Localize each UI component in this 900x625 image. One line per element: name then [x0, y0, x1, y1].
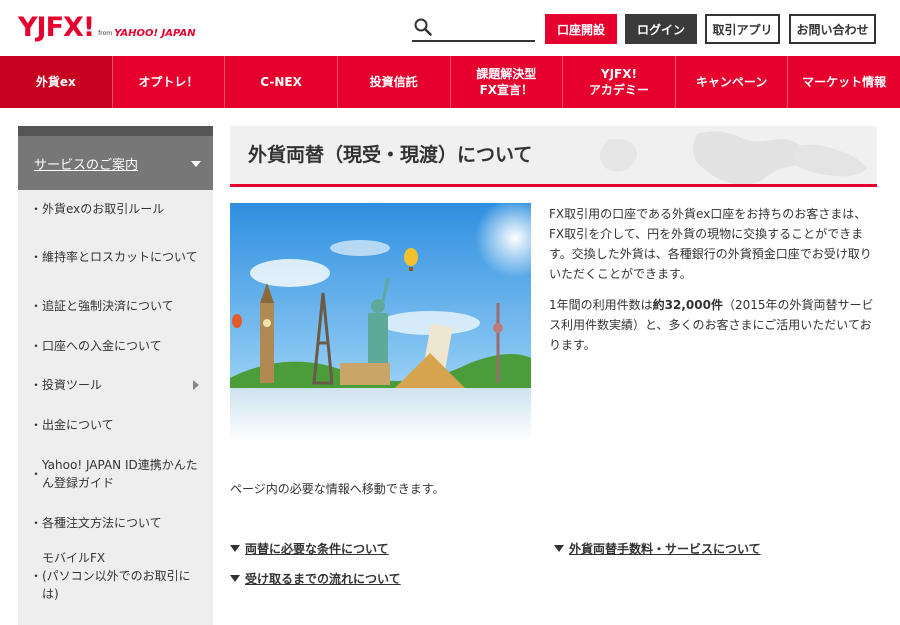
- logo-from-text: from: [98, 30, 113, 37]
- yjfx-logo[interactable]: YJFX! from YAHOO! JAPAN: [18, 14, 196, 42]
- sidebar-item-margin-call[interactable]: 追証と強制決済について: [18, 285, 213, 326]
- nav-item-fx-declaration[interactable]: 課題解決型 FX宣言！: [451, 56, 564, 108]
- sidebar-header[interactable]: サービスのご案内: [18, 136, 213, 190]
- triangle-down-icon: [554, 545, 564, 552]
- nav-item-campaign[interactable]: キャンペーン: [676, 56, 789, 108]
- nav-item-market-info[interactable]: マーケット情報: [788, 56, 900, 108]
- link-receiving-flow[interactable]: 受け取るまでの流れについて: [230, 570, 401, 587]
- chevron-right-icon: [193, 380, 199, 390]
- sidebar-item-deposit[interactable]: 口座への入金について: [18, 326, 213, 365]
- nav-item-optore[interactable]: オプトレ！: [113, 56, 226, 108]
- title-band: 外貨両替（現受・現渡）について: [230, 126, 877, 184]
- link-exchange-fees[interactable]: 外貨両替手数料・サービスについて: [554, 540, 761, 557]
- login-button[interactable]: ログイン: [625, 14, 697, 44]
- nav-item-cnex[interactable]: C-NEX: [225, 56, 338, 108]
- sidebar-item-label: 追証と強制決済について: [42, 298, 174, 313]
- nav-item-investment-trust[interactable]: 投資信託: [338, 56, 451, 108]
- link-label: 受け取るまでの流れについて: [245, 572, 401, 586]
- logo-yahoo-text: YAHOO! JAPAN: [114, 28, 196, 39]
- sidebar-top-bar: [18, 126, 213, 136]
- sidebar-item-label: Yahoo! JAPAN ID連携かんたん登録ガイド: [42, 457, 198, 490]
- sidebar-item-label: 外貨exのお取引ルール: [42, 202, 165, 216]
- sidebar-item-yahoo-id[interactable]: Yahoo! JAPAN ID連携かんたん登録ガイド: [18, 445, 213, 502]
- sidebar-item-label: モバイルFX (パソコン以外でのお取引には): [42, 551, 191, 601]
- link-label: 外貨両替手数料・サービスについて: [569, 542, 761, 556]
- logo-text: YJFX!: [18, 12, 95, 43]
- sidebar-item-losscut[interactable]: 維持率とロスカットについて: [18, 228, 213, 285]
- link-label: 両替に必要な条件について: [245, 542, 389, 556]
- sidebar-item-trading-rules[interactable]: 外貨exのお取引ルール: [18, 190, 213, 228]
- triangle-down-icon: [230, 575, 240, 582]
- intro-text: FX取引用の口座である外貨ex口座をお持ちのお客さまは、FX取引を介して、円を外…: [549, 204, 879, 366]
- usage-count: 約32,000件: [652, 298, 723, 312]
- trading-app-button[interactable]: 取引アプリ: [705, 14, 780, 44]
- global-nav: 外貨ex オプトレ！ C-NEX 投資信託 課題解決型 FX宣言！ YJFX! …: [0, 56, 900, 108]
- title-underline: [230, 184, 877, 187]
- chevron-down-icon: [191, 161, 201, 167]
- account-open-button[interactable]: 口座開設: [545, 14, 617, 44]
- sidebar-item-label: 維持率とロスカットについて: [42, 249, 198, 264]
- page-title: 外貨両替（現受・現渡）について: [248, 144, 533, 166]
- sidebar-item-tools[interactable]: 投資ツール: [18, 365, 213, 405]
- sidebar-item-order-methods[interactable]: 各種注文方法について: [18, 502, 213, 543]
- sidebar-item-mobile-fx[interactable]: モバイルFX (パソコン以外でのお取引には): [18, 543, 213, 609]
- contact-button[interactable]: お問い合わせ: [789, 14, 876, 44]
- sidebar-item-label: 投資ツール: [42, 378, 103, 392]
- world-map-graphic: [599, 131, 867, 184]
- intro-paragraph-1: FX取引用の口座である外貨ex口座をお持ちのお客さまは、FX取引を介して、円を外…: [549, 207, 872, 281]
- sidebar-item-withdrawal[interactable]: 出金について: [18, 405, 213, 445]
- link-exchange-conditions[interactable]: 両替に必要な条件について: [230, 540, 389, 557]
- intro-p2-text: 1年間の利用件数は: [549, 298, 653, 312]
- nav-item-academy[interactable]: YJFX! アカデミー: [563, 56, 676, 108]
- triangle-down-icon: [230, 545, 240, 552]
- page-nav-instruction: ページ内の必要な情報へ移動できます。: [230, 482, 445, 496]
- sidebar: サービスのご案内 外貨exのお取引ルール 維持率とロスカットについて 追証と強制…: [18, 126, 213, 625]
- intro-paragraph-2: 1年間の利用件数は約32,000件（2015年の外貨両替サービス利用件数実績）と…: [549, 295, 879, 355]
- search-box[interactable]: [412, 16, 535, 42]
- site-header: YJFX! from YAHOO! JAPAN 口座開設 ログイン 取引アプリ …: [0, 0, 900, 56]
- sidebar-header-label: サービスのご案内: [34, 157, 139, 173]
- world-landmarks-image: [230, 203, 531, 443]
- nav-item-gaika-ex[interactable]: 外貨ex: [0, 56, 113, 108]
- sidebar-item-label: 口座への入金について: [42, 338, 162, 353]
- sidebar-item-label: 各種注文方法について: [42, 515, 162, 530]
- sidebar-item-label: 出金について: [42, 418, 114, 432]
- search-icon[interactable]: [414, 18, 432, 36]
